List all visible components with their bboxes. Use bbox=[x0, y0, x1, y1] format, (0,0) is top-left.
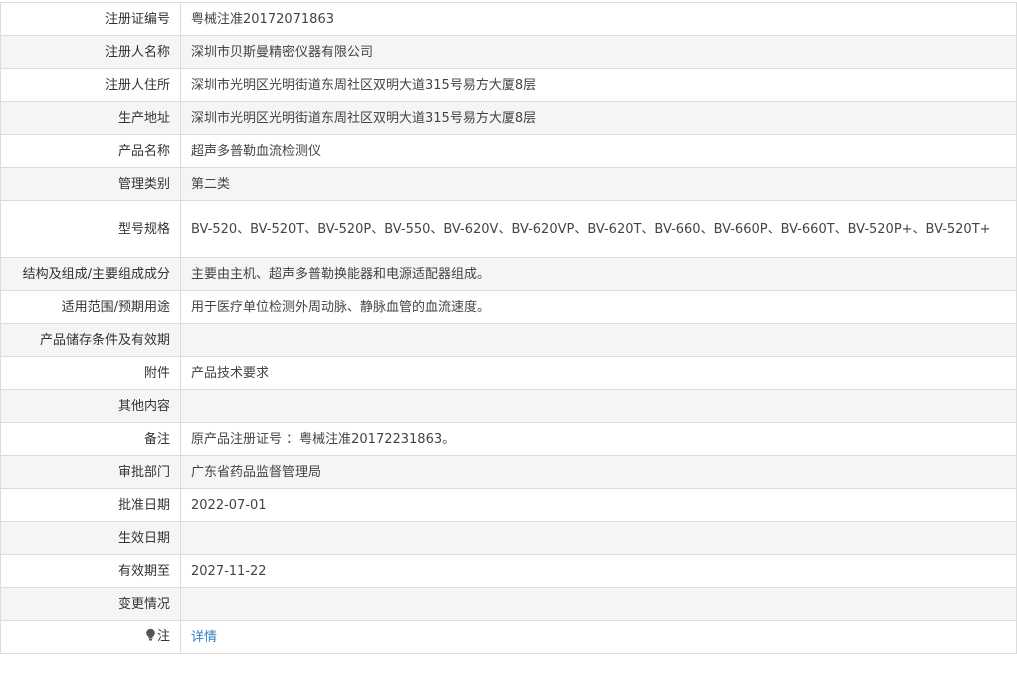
row-label: 注册人名称 bbox=[0, 35, 181, 69]
row-value: 深圳市光明区光明街道东周社区双明大道315号易方大厦8层 bbox=[180, 101, 1017, 135]
row-value: 主要由主机、超声多普勒换能器和电源适配器组成。 bbox=[180, 257, 1017, 291]
row-value: 广东省药品监督管理局 bbox=[180, 455, 1017, 489]
row-label: 型号规格 bbox=[0, 200, 181, 258]
row-production-address: 生产地址 深圳市光明区光明街道东周社区双明大道315号易方大厦8层 bbox=[0, 101, 1017, 135]
row-note: 注 详情 bbox=[0, 620, 1017, 654]
row-label: 生效日期 bbox=[0, 521, 181, 555]
row-structure-composition: 结构及组成/主要组成成分 主要由主机、超声多普勒换能器和电源适配器组成。 bbox=[0, 257, 1017, 291]
row-remarks: 备注 原产品注册证号 ：粤械注准20172231863。 bbox=[0, 422, 1017, 456]
row-label: 结构及组成/主要组成成分 bbox=[0, 257, 181, 291]
row-value bbox=[180, 521, 1017, 555]
row-label: 变更情况 bbox=[0, 587, 181, 621]
row-label: 审批部门 bbox=[0, 455, 181, 489]
details-link[interactable]: 详情 bbox=[191, 630, 217, 645]
row-attachment: 附件 产品技术要求 bbox=[0, 356, 1017, 390]
row-registrant-address: 注册人住所 深圳市光明区光明街道东周社区双明大道315号易方大厦8层 bbox=[0, 68, 1017, 102]
row-label: 产品储存条件及有效期 bbox=[0, 323, 181, 357]
row-value: 深圳市光明区光明街道东周社区双明大道315号易方大厦8层 bbox=[180, 68, 1017, 102]
row-effective-date: 生效日期 bbox=[0, 521, 1017, 555]
row-label: 附件 bbox=[0, 356, 181, 390]
row-value: 原产品注册证号 ：粤械注准20172231863。 bbox=[180, 422, 1017, 456]
registration-detail-table: 注册证编号 粤械注准20172071863 注册人名称 深圳市贝斯曼精密仪器有限… bbox=[0, 2, 1017, 654]
row-value bbox=[180, 323, 1017, 357]
row-intended-use: 适用范围/预期用途 用于医疗单位检测外周动脉、静脉血管的血流速度。 bbox=[0, 290, 1017, 324]
row-storage-conditions: 产品储存条件及有效期 bbox=[0, 323, 1017, 357]
row-approval-date: 批准日期 2022-07-01 bbox=[0, 488, 1017, 522]
row-value: 深圳市贝斯曼精密仪器有限公司 bbox=[180, 35, 1017, 69]
row-label: 注册人住所 bbox=[0, 68, 181, 102]
row-value bbox=[180, 587, 1017, 621]
row-management-category: 管理类别 第二类 bbox=[0, 167, 1017, 201]
row-model-spec: 型号规格 BV-520、BV-520T、BV-520P、BV-550、BV-62… bbox=[0, 200, 1017, 258]
row-value: 第二类 bbox=[180, 167, 1017, 201]
row-product-name: 产品名称 超声多普勒血流检测仪 bbox=[0, 134, 1017, 168]
row-label: 生产地址 bbox=[0, 101, 181, 135]
row-value: 用于医疗单位检测外周动脉、静脉血管的血流速度。 bbox=[180, 290, 1017, 324]
row-approval-department: 审批部门 广东省药品监督管理局 bbox=[0, 455, 1017, 489]
row-value bbox=[180, 389, 1017, 423]
row-label: 产品名称 bbox=[0, 134, 181, 168]
row-value: 超声多普勒血流检测仪 bbox=[180, 134, 1017, 168]
row-label: 注册证编号 bbox=[0, 2, 181, 36]
lightbulb-icon bbox=[145, 627, 156, 648]
row-value: 2022-07-01 bbox=[180, 488, 1017, 522]
row-value: 产品技术要求 bbox=[180, 356, 1017, 390]
row-label: 有效期至 bbox=[0, 554, 181, 588]
row-label: 管理类别 bbox=[0, 167, 181, 201]
row-change-status: 变更情况 bbox=[0, 587, 1017, 621]
row-registrant-name: 注册人名称 深圳市贝斯曼精密仪器有限公司 bbox=[0, 35, 1017, 69]
row-label: 批准日期 bbox=[0, 488, 181, 522]
row-label: 其他内容 bbox=[0, 389, 181, 423]
row-valid-until: 有效期至 2027-11-22 bbox=[0, 554, 1017, 588]
row-other-content: 其他内容 bbox=[0, 389, 1017, 423]
note-value-cell: 详情 bbox=[180, 620, 1017, 654]
row-label: 备注 bbox=[0, 422, 181, 456]
row-registration-number: 注册证编号 粤械注准20172071863 bbox=[0, 2, 1017, 36]
row-value: BV-520、BV-520T、BV-520P、BV-550、BV-620V、BV… bbox=[180, 200, 1017, 258]
row-label: 适用范围/预期用途 bbox=[0, 290, 181, 324]
row-value: 粤械注准20172071863 bbox=[180, 2, 1017, 36]
note-label: 注 bbox=[156, 629, 170, 644]
note-label-cell: 注 bbox=[0, 620, 181, 654]
row-value: 2027-11-22 bbox=[180, 554, 1017, 588]
